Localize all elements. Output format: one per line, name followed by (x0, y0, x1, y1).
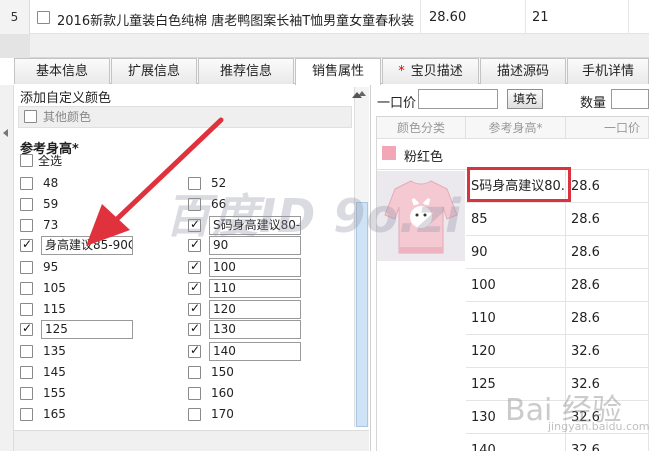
watermark-text: 百度ID 9o.zi (165, 189, 462, 243)
listing-editor: 5 2016新款儿童装白色纯棉 唐老鸭图案长袖T恤男童女童春秋装 28.60 2… (0, 0, 649, 451)
brand-watermark-url: jingyan.baidu.com (548, 420, 649, 433)
